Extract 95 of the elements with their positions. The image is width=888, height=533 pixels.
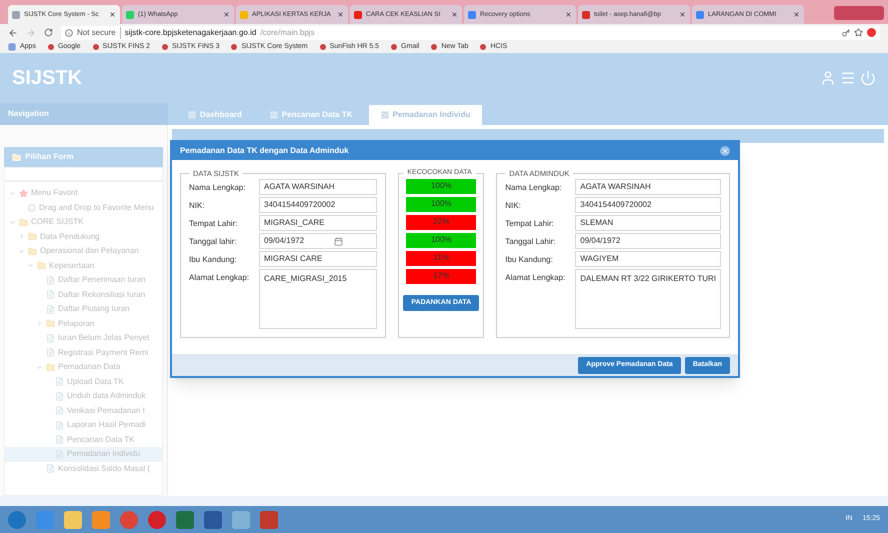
form-icon [46, 290, 55, 300]
star-icon[interactable] [854, 28, 863, 37]
dialog-title: Pemadanan Data TK dengan Data Adminduk [180, 145, 349, 157]
favicon-icon [354, 10, 362, 18]
user-icon[interactable] [820, 70, 836, 86]
favicon-icon [92, 44, 99, 50]
expand-icon[interactable] [27, 262, 34, 270]
close-icon[interactable] [337, 11, 344, 18]
info-icon [65, 28, 73, 36]
expand-icon[interactable] [9, 218, 16, 226]
expand-icon[interactable] [36, 364, 43, 371]
text-field[interactable]: MIGRASI_CARE [259, 215, 378, 232]
expand-icon[interactable] [9, 190, 16, 197]
match-score: 11% [406, 250, 476, 266]
navigation-header: Navigation [0, 103, 168, 125]
close-icon[interactable] [109, 11, 116, 18]
menu-icon[interactable] [840, 70, 856, 86]
close-icon[interactable] [223, 11, 230, 18]
close-icon[interactable] [565, 11, 572, 18]
favicon-icon [320, 44, 326, 50]
tab-icon [188, 111, 196, 119]
favicon-icon [431, 44, 438, 50]
text-field[interactable]: AGATA WARSINAH [575, 179, 721, 196]
panel-header: Pilihan Form [4, 147, 163, 167]
close-icon[interactable] [451, 11, 458, 18]
favicon-icon [240, 10, 248, 18]
text-field[interactable]: SLEMAN [575, 215, 721, 232]
form-icon [46, 464, 55, 474]
text-field[interactable]: 09/04/1972 [575, 233, 721, 250]
back-icon[interactable] [8, 28, 18, 38]
field-label: Tempat Lahir: [189, 218, 238, 230]
match-score: 100% [406, 196, 476, 212]
favicon-icon [48, 44, 54, 50]
form-icon [46, 276, 55, 285]
favicon-icon [126, 10, 134, 18]
favicon-icon [162, 44, 168, 50]
favicon-icon [480, 44, 486, 50]
expand-icon[interactable] [18, 248, 25, 255]
field-label: NIK: [189, 200, 206, 212]
field-label: Ibu Kandung: [189, 254, 238, 266]
field-label: Alamat Lengkap: [189, 272, 250, 284]
search-field[interactable] [4, 167, 163, 181]
favicon-icon [231, 44, 238, 50]
collapse-icon[interactable] [18, 233, 25, 240]
text-field[interactable]: MIGRASI CARE [259, 251, 378, 268]
field-label: Tempat Lahir: [505, 218, 555, 230]
text-field[interactable]: 3404154409720002 [259, 197, 378, 214]
form-icon [55, 392, 64, 401]
text-field[interactable]: 3404154409720002 [575, 197, 721, 214]
power-icon[interactable] [860, 70, 876, 86]
field-label: Nama Lengkap: [505, 182, 563, 194]
extension-icon[interactable] [867, 28, 876, 37]
start-button[interactable] [8, 510, 26, 528]
text-field[interactable]: WAGIYEM [575, 251, 721, 268]
collapse-icon[interactable] [36, 320, 43, 328]
key-icon[interactable] [842, 28, 850, 36]
reload-icon[interactable] [44, 28, 53, 37]
field-label: Nama Lengkap: [189, 182, 246, 194]
match-score: 17% [406, 268, 476, 284]
forward-icon[interactable] [26, 28, 36, 38]
field-label: Ibu Kandung: [505, 254, 554, 266]
field-label: NIK: [505, 200, 522, 212]
apps-icon [8, 43, 16, 51]
field-label: Alamat Lengkap: [505, 272, 566, 284]
tab-icon [270, 111, 278, 119]
text-field[interactable]: AGATA WARSINAH [259, 179, 378, 196]
match-score: 100% [406, 232, 476, 248]
close-icon[interactable] [793, 11, 800, 18]
address-bar[interactable]: Not secure sijstk-core.bpjsketenagakerjaan.go.id /core/main.bpjs [61, 26, 880, 40]
form-icon [55, 377, 64, 386]
star-icon [19, 188, 28, 198]
form-icon [55, 450, 64, 459]
form-icon [46, 334, 55, 343]
favicon-icon [391, 44, 398, 50]
tab-icon [380, 111, 388, 119]
calendar-icon[interactable] [334, 236, 343, 246]
field-label: Tanggal lahir: [189, 236, 238, 248]
match-score: 100% [406, 178, 476, 194]
text-field[interactable]: 09/04/1972 [259, 233, 378, 250]
form-icon [46, 348, 55, 358]
logo: SIJSTK [12, 66, 82, 91]
close-icon[interactable] [679, 11, 686, 18]
textarea-field[interactable]: DALEMAN RT 3/22 GIRIKERTO TURI [575, 269, 721, 330]
favicon-icon [582, 10, 590, 18]
form-icon [55, 435, 64, 444]
form-icon [46, 304, 55, 314]
textarea-field[interactable]: CARE_MIGRASI_2015 [259, 269, 378, 330]
favicon-icon [12, 10, 20, 18]
info-icon [28, 204, 36, 212]
favicon-icon [468, 10, 476, 18]
favicon-icon [696, 10, 704, 18]
match-score: 22% [406, 214, 476, 230]
form-icon [55, 420, 64, 430]
field-label: Tanggal Lahir: [505, 236, 557, 248]
form-icon [55, 406, 64, 416]
